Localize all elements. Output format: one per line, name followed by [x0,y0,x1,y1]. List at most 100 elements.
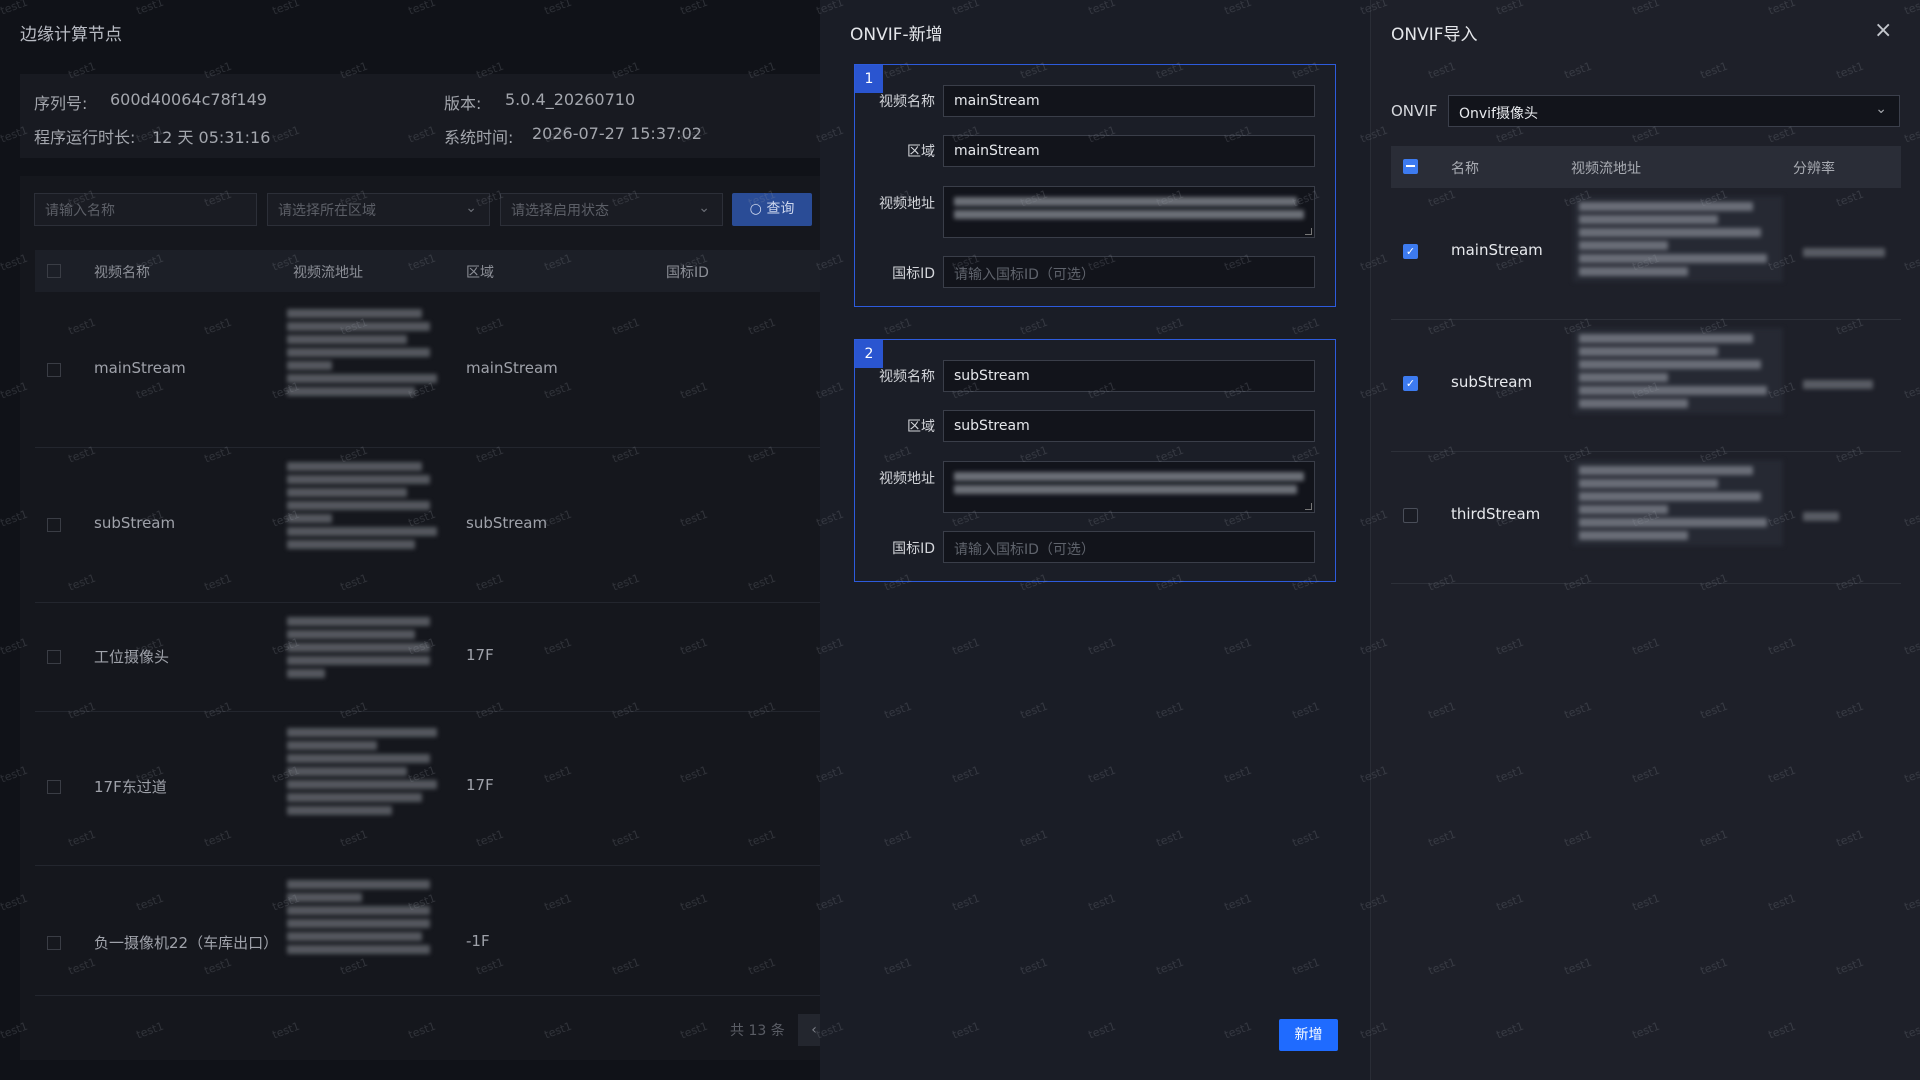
group-index-badge: 2 [855,340,883,368]
area-select[interactable]: 请选择所在区域 ⌄ [267,193,490,226]
background-page: 边缘计算节点 序列号: 600d40064c78f149 版本: 5.0.4_2… [0,0,830,1080]
row-area: mainStream [466,359,558,377]
row-name: mainStream [1451,241,1543,259]
video-name-label: 视频名称 [879,369,935,385]
row-checkbox[interactable]: ✓ [1403,376,1418,391]
row-checkbox[interactable] [47,936,61,950]
stream-url-redacted [287,458,437,553]
import-row[interactable]: ✓ mainStream [1391,188,1901,320]
close-icon[interactable]: × [1874,18,1892,43]
row-checkbox[interactable] [47,780,61,794]
resize-handle-icon[interactable] [1305,503,1312,510]
row-name: subStream [94,514,176,532]
row-area: -1F [466,932,490,950]
version-label: 版本: [444,94,482,113]
import-table-header: 名称 视频流地址 分辨率 [1391,146,1901,188]
chevron-down-icon: ⌄ [1875,101,1887,117]
pagination-total: 共 13 条 [730,1023,785,1039]
dialog-title: ONVIF导入 [1391,25,1478,45]
area-label: 区域 [907,144,935,160]
col-area: 区域 [466,265,494,281]
onvif-import-dialog: ONVIF导入 × ONVIF Onvif摄像头 ⌄ 名称 视频流地址 分辨率 … [1370,0,1920,1080]
page-title: 边缘计算节点 [20,25,122,45]
systime-value: 2026-07-27 15:37:02 [532,124,702,143]
table-row[interactable]: 工位摄像头 17F [35,603,830,712]
uptime-value: 12 天 05:31:16 [152,128,271,147]
gbid-input[interactable]: 请输入国标ID（可选） [943,256,1315,288]
row-area: subStream [466,514,548,532]
select-all-checkbox[interactable] [47,264,61,278]
stream-url-redacted [287,724,437,819]
row-name: thirdStream [1451,505,1541,523]
video-url-textarea[interactable] [943,186,1315,238]
col-video-name: 视频名称 [94,265,150,281]
row-area: 17F [466,776,494,794]
onvif-add-dialog: ONVIF-新增 1 视频名称 mainStream 区域 mainStream… [820,0,1370,1080]
table-row[interactable]: 负一摄像机22（车库出口） -1F [35,866,830,996]
onvif-label: ONVIF [1391,102,1438,120]
col-stream-url: 视频流地址 [293,265,363,281]
video-name-input[interactable]: subStream [943,360,1315,392]
onvif-device-select[interactable]: Onvif摄像头 ⌄ [1448,95,1900,127]
dialog-title: ONVIF-新增 [850,25,943,45]
video-url-textarea[interactable] [943,461,1315,513]
stream-group: 2 视频名称 subStream 区域 subStream 视频地址 国标ID … [854,339,1336,582]
group-index-badge: 1 [855,65,883,93]
video-name-label: 视频名称 [879,94,935,110]
stream-url-redacted [287,613,437,682]
row-checkbox[interactable] [47,518,61,532]
stream-group: 1 视频名称 mainStream 区域 mainStream 视频地址 国标I… [854,64,1336,307]
status-select-placeholder: 请选择启用状态 [511,203,609,219]
stream-url-redacted [1573,328,1783,414]
add-submit-button[interactable]: 新增 [1279,1019,1338,1051]
search-icon: ○ [749,201,767,217]
row-checkbox[interactable]: ✓ [1403,244,1418,259]
row-area: 17F [466,646,494,664]
stream-url-redacted [1573,196,1783,282]
node-info-panel: 序列号: 600d40064c78f149 版本: 5.0.4_20260710… [20,74,820,158]
version-value: 5.0.4_20260710 [505,90,636,109]
resize-handle-icon[interactable] [1305,228,1312,235]
name-search-input[interactable]: 请输入名称 [34,193,257,226]
col-gbid: 国标ID [666,265,709,281]
row-checkbox[interactable] [47,363,61,377]
uptime-label: 程序运行时长: [34,128,136,147]
onvif-selected-value: Onvif摄像头 [1459,106,1538,122]
serial-label: 序列号: [34,94,88,113]
chevron-down-icon: ⌄ [465,200,477,216]
select-all-checkbox[interactable] [1403,159,1418,174]
resolution-redacted [1803,376,1873,393]
video-url-label: 视频地址 [879,471,935,487]
resolution-redacted [1803,244,1885,261]
table-row[interactable]: mainStream mainStream [35,293,830,448]
video-url-label: 视频地址 [879,196,935,212]
video-url-redacted [954,197,1304,219]
stream-url-redacted [287,876,437,958]
row-name: 工位摄像头 [94,648,170,666]
table-row[interactable]: 17F东过道 17F [35,712,830,866]
table-row[interactable]: subStream subStream [35,448,830,603]
row-checkbox[interactable] [1403,508,1418,523]
resolution-redacted [1803,508,1839,525]
systime-label: 系统时间: [444,128,514,147]
row-checkbox[interactable] [47,650,61,664]
col-name: 名称 [1451,161,1479,177]
row-name: subStream [1451,373,1533,391]
query-button-label: 查询 [766,201,795,217]
status-select[interactable]: 请选择启用状态 ⌄ [500,193,723,226]
area-label: 区域 [907,419,935,435]
gbid-label: 国标ID [892,266,935,282]
col-stream-url: 视频流地址 [1571,161,1641,177]
gbid-input[interactable]: 请输入国标ID（可选） [943,531,1315,563]
import-row[interactable]: thirdStream [1391,452,1901,584]
area-input[interactable]: mainStream [943,135,1315,167]
table-header: 视频名称 视频流地址 区域 国标ID [35,250,830,292]
serial-value: 600d40064c78f149 [110,90,267,109]
import-row[interactable]: ✓ subStream [1391,320,1901,452]
row-name: 17F东过道 [94,778,167,796]
query-button[interactable]: ○ 查询 [732,193,812,226]
col-resolution: 分辨率 [1793,161,1835,177]
video-name-input[interactable]: mainStream [943,85,1315,117]
area-input[interactable]: subStream [943,410,1315,442]
gbid-label: 国标ID [892,541,935,557]
